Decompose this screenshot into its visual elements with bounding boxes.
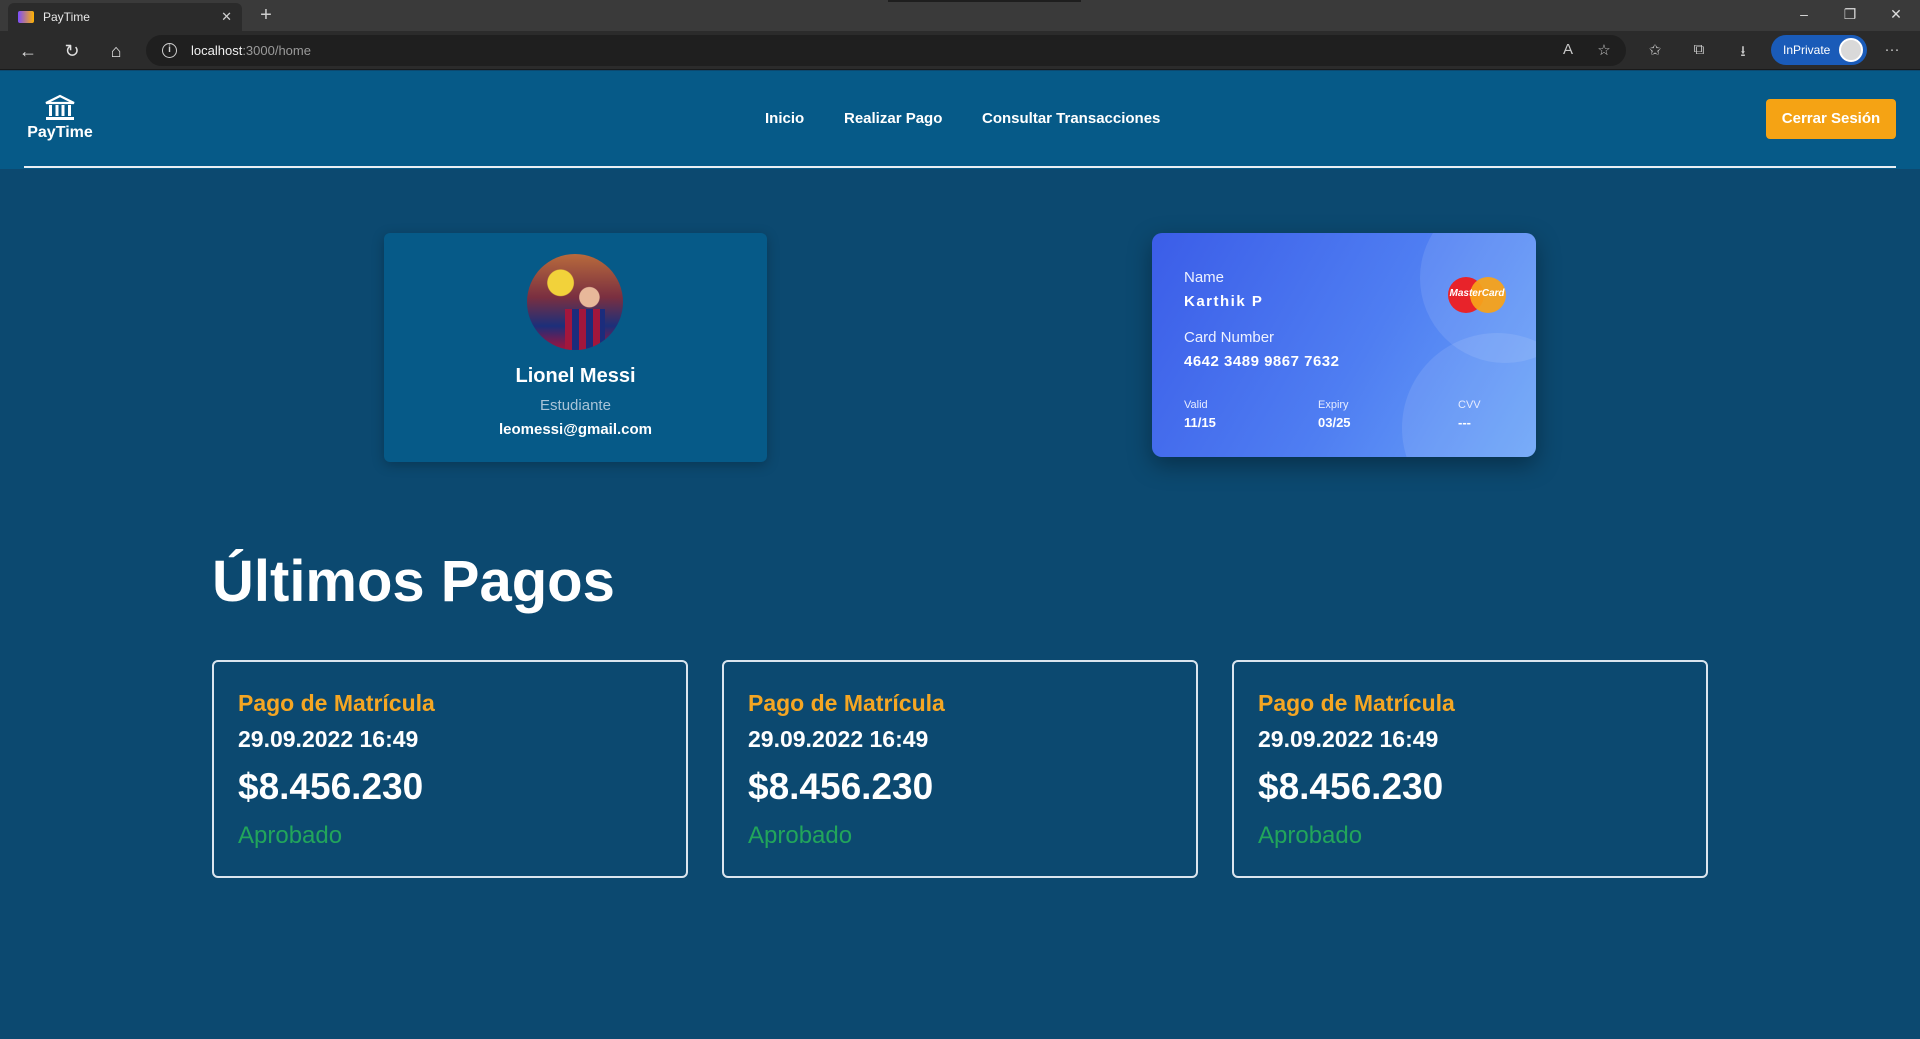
card-number: 4642 3489 9867 7632 xyxy=(1184,353,1340,370)
payment-status: Aprobado xyxy=(238,822,343,849)
payment-date: 29.09.2022 16:49 xyxy=(1258,726,1439,752)
browser-toolbar: ← ↻ ⌂ i localhost:3000/home A ☆ ✩ ⧉ ⭳ In… xyxy=(0,31,1920,70)
payment-title: Pago de Matrícula xyxy=(1258,690,1455,716)
brand-name: PayTime xyxy=(27,124,93,141)
card-number-label: Card Number xyxy=(1184,329,1275,346)
new-tab-icon[interactable]: + xyxy=(254,4,278,27)
payment-date: 29.09.2022 16:49 xyxy=(238,726,419,752)
header-divider xyxy=(24,166,1896,168)
profile-name: Lionel Messi xyxy=(515,365,636,387)
more-options-icon[interactable]: ··· xyxy=(1882,41,1902,58)
nav-consultar-transacciones[interactable]: Consultar Transacciones xyxy=(982,110,1160,127)
browser-tab-bar: PayTime ✕ + – ❐ ✕ xyxy=(0,0,1920,31)
card-valid-label: Valid xyxy=(1184,399,1208,411)
payment-title: Pago de Matrícula xyxy=(238,690,435,716)
card-name-label: Name xyxy=(1184,269,1225,286)
card-holder-name: Karthik P xyxy=(1184,293,1264,310)
address-bar[interactable]: i localhost:3000/home xyxy=(146,35,1626,66)
card-cvv: --- xyxy=(1458,415,1471,430)
payment-card[interactable]: Pago de Matrícula 29.09.2022 16:49 $8.45… xyxy=(722,660,1198,878)
browser-tab[interactable]: PayTime ✕ xyxy=(8,3,242,31)
card-expiry: 03/25 xyxy=(1318,415,1351,430)
inprivate-label: InPrivate xyxy=(1783,43,1831,57)
favicon-icon xyxy=(18,11,34,23)
logout-button[interactable]: Cerrar Sesión xyxy=(1766,99,1896,139)
downloads-icon[interactable]: ⭳ xyxy=(1733,41,1753,66)
read-aloud-icon[interactable]: A xyxy=(1558,41,1578,58)
card-valid: 11/15 xyxy=(1184,415,1216,430)
card-brand: MasterCard xyxy=(1449,288,1505,299)
site-info-icon[interactable]: i xyxy=(162,43,177,58)
window-drag-indicator xyxy=(888,0,1081,2)
payment-status: Aprobado xyxy=(748,822,853,849)
credit-card: Name Karthik P Card Number 4642 3489 986… xyxy=(1152,233,1536,457)
app-header xyxy=(0,71,1920,169)
add-favorite-icon[interactable]: ☆ xyxy=(1594,41,1614,59)
payment-amount: $8.456.230 xyxy=(1258,766,1444,807)
card-cvv-label: CVV xyxy=(1458,399,1481,411)
payment-status: Aprobado xyxy=(1258,822,1363,849)
payments-title: Últimos Pagos xyxy=(212,549,615,614)
bank-icon xyxy=(45,94,75,120)
profile-email: leomessi@gmail.com xyxy=(498,421,653,438)
restore-icon[interactable]: ❐ xyxy=(1840,6,1860,23)
profile-card: Lionel Messi Estudiante leomessi@gmail.c… xyxy=(384,233,767,462)
inprivate-badge[interactable]: InPrivate xyxy=(1771,35,1867,65)
avatar-jersey xyxy=(565,309,605,350)
profile-avatar-icon xyxy=(1839,38,1863,62)
profile-role: Estudiante xyxy=(540,397,611,414)
mastercard-logo-icon: MasterCard xyxy=(1448,277,1506,313)
payment-amount: $8.456.230 xyxy=(238,766,424,807)
payment-card[interactable]: Pago de Matrícula 29.09.2022 16:49 $8.45… xyxy=(212,660,688,878)
url-host: localhost xyxy=(191,43,243,58)
payment-date: 29.09.2022 16:49 xyxy=(748,726,929,752)
nav-realizar-pago[interactable]: Realizar Pago xyxy=(844,110,942,127)
payment-title: Pago de Matrícula xyxy=(748,690,945,716)
favorites-icon[interactable]: ✩ xyxy=(1645,41,1665,59)
collections-icon[interactable]: ⧉ xyxy=(1689,41,1709,58)
nav-inicio[interactable]: Inicio xyxy=(765,110,804,127)
payment-amount: $8.456.230 xyxy=(748,766,934,807)
close-window-icon[interactable]: ✕ xyxy=(1886,6,1906,23)
card-decoration xyxy=(1402,333,1536,457)
brand-logo[interactable]: PayTime xyxy=(24,94,96,142)
payment-card[interactable]: Pago de Matrícula 29.09.2022 16:49 $8.45… xyxy=(1232,660,1708,878)
close-tab-icon[interactable]: ✕ xyxy=(221,9,232,25)
back-icon[interactable]: ← xyxy=(16,39,40,63)
avatar xyxy=(527,254,623,350)
tab-title: PayTime xyxy=(43,10,90,24)
refresh-icon[interactable]: ↻ xyxy=(60,39,84,63)
url-path: :3000/home xyxy=(242,43,311,58)
card-expiry-label: Expiry xyxy=(1318,399,1349,411)
home-icon[interactable]: ⌂ xyxy=(104,39,128,63)
minimize-icon[interactable]: – xyxy=(1794,6,1814,22)
